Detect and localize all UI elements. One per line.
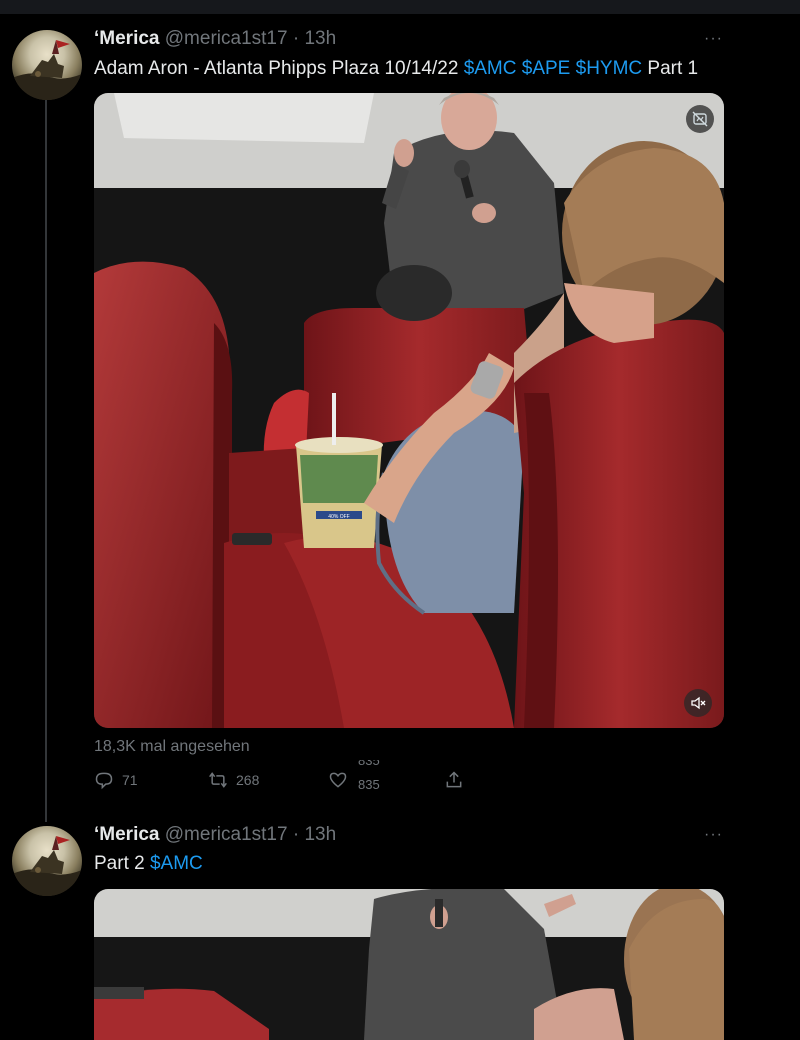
view-count: 18,3K mal angesehen <box>94 738 250 755</box>
cashtag-hymc[interactable]: $HYMC <box>576 58 643 79</box>
speech-bubble-icon <box>95 772 113 790</box>
like-count-animating: 835 835 <box>358 760 388 790</box>
avatar[interactable] <box>12 30 82 100</box>
more-options-button[interactable]: ··· <box>704 826 723 844</box>
video-frame <box>94 889 724 1040</box>
media-settings-icon <box>692 111 708 127</box>
video-player[interactable] <box>94 889 724 1040</box>
heart-icon <box>329 772 347 788</box>
video-frame: 40% OFF <box>94 93 724 728</box>
share-button[interactable] <box>444 770 464 790</box>
cashtag-ape[interactable]: $APE <box>522 58 571 79</box>
tweet-text: Part 2 $AMC <box>94 853 203 875</box>
timestamp[interactable]: 13h <box>304 28 336 49</box>
separator: · <box>292 28 300 49</box>
avatar[interactable] <box>12 826 82 896</box>
media-settings-button[interactable] <box>686 105 714 133</box>
author-handle[interactable]: @merica1st17 <box>165 824 288 845</box>
retweet-button[interactable]: 268 <box>208 770 259 790</box>
mute-button[interactable] <box>684 689 712 717</box>
thread-connector-line <box>45 100 47 822</box>
cup-label: 40% OFF <box>328 514 349 520</box>
share-icon <box>446 771 462 788</box>
retweet-icon <box>209 772 227 788</box>
avatar-painting-icon <box>12 836 82 896</box>
tweet-header: ‘Merica @merica1st17 · 13h <box>94 824 336 846</box>
author-name[interactable]: ‘Merica <box>94 28 159 49</box>
more-options-button[interactable]: ··· <box>704 30 723 48</box>
tweet-text: Adam Aron - Atlanta Phipps Plaza 10/14/2… <box>94 58 698 80</box>
avatar-painting-icon <box>12 40 82 100</box>
separator: · <box>292 824 300 845</box>
cashtag-amc[interactable]: $AMC <box>464 58 517 79</box>
author-handle[interactable]: @merica1st17 <box>165 28 288 49</box>
tweet-text-prefix: Adam Aron - Atlanta Phipps Plaza 10/14/2… <box>94 58 464 79</box>
cashtag-amc[interactable]: $AMC <box>150 853 203 874</box>
tweet-actions: 71 268 <box>0 768 800 796</box>
timestamp[interactable]: 13h <box>304 824 336 845</box>
retweet-count: 268 <box>236 772 260 788</box>
reply-button[interactable]: 71 <box>94 770 138 790</box>
video-player[interactable]: 40% OFF <box>94 93 724 728</box>
tweet-header: ‘Merica @merica1st17 · 13h <box>94 28 336 50</box>
like-button[interactable] <box>328 770 348 790</box>
like-count-old: 835 <box>358 760 380 768</box>
tweet-text-prefix: Part 2 <box>94 853 150 874</box>
author-name[interactable]: ‘Merica <box>94 824 159 845</box>
top-bar <box>0 0 800 14</box>
speaker-muted-icon <box>691 696 706 710</box>
tweet-text-suffix: Part 1 <box>642 58 699 79</box>
like-count-new: 835 <box>358 777 380 791</box>
reply-count: 71 <box>122 772 138 788</box>
